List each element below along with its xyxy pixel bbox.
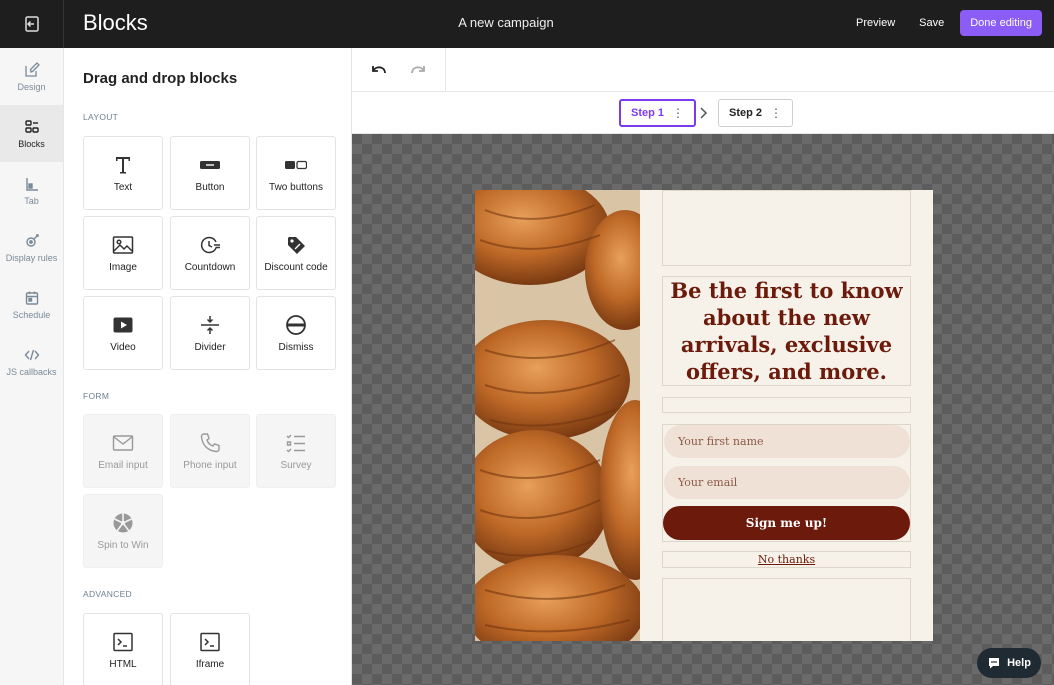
more-vertical-icon[interactable]: ⋮ — [672, 106, 684, 120]
redo-icon[interactable] — [409, 61, 427, 79]
block-iframe[interactable]: Iframe — [170, 613, 250, 685]
block-html[interactable]: HTML — [83, 613, 163, 685]
block-countdown[interactable]: Countdown — [170, 216, 250, 290]
steps-bar: Step 1 ⋮ Step 2 ⋮ — [352, 92, 1054, 134]
phone-icon — [200, 432, 220, 452]
text-icon — [116, 156, 130, 173]
rail-label: Display rules — [5, 252, 58, 263]
rail-item-tab[interactable]: Tab — [0, 162, 63, 219]
rail-label: Design — [17, 81, 46, 92]
croissant-image[interactable] — [475, 190, 640, 641]
section-label-layout: LAYOUT — [83, 112, 119, 122]
dismiss-icon — [286, 314, 306, 335]
block-label: Text — [113, 181, 133, 193]
email-field[interactable]: Your email — [664, 466, 910, 499]
empty-block-top[interactable] — [662, 190, 911, 266]
block-label: Dismiss — [278, 341, 314, 353]
terminal-icon — [113, 632, 133, 651]
chat-icon — [989, 658, 1000, 669]
block-label: Two buttons — [269, 181, 323, 193]
block-label: Survey — [280, 459, 312, 471]
block-label: Video — [110, 341, 136, 353]
rail-item-js-callbacks[interactable]: JS callbacks — [0, 333, 63, 390]
block-label: HTML — [109, 658, 137, 670]
chevron-right-icon — [700, 107, 708, 119]
pen-square-icon — [24, 61, 40, 77]
blocks-icon — [24, 119, 39, 133]
image-icon — [112, 235, 134, 254]
video-icon — [113, 317, 133, 332]
target-icon — [25, 233, 39, 247]
two-buttons-icon — [285, 160, 307, 169]
block-label: Email input — [98, 459, 148, 471]
left-rail: Design Blocks Tab Display rules Schedule… — [0, 48, 64, 685]
popup-content: Be the first to know about the new arriv… — [640, 190, 933, 641]
rail-item-display-rules[interactable]: Display rules — [0, 219, 63, 276]
tab-icon — [25, 177, 38, 191]
sign-up-button[interactable]: Sign me up! — [663, 506, 910, 540]
step-label: Step 1 — [631, 107, 665, 119]
wheel-icon — [113, 513, 133, 532]
section-label-form: FORM — [83, 391, 110, 401]
step-label: Step 2 — [729, 107, 763, 119]
block-email-input[interactable]: Email input — [83, 414, 163, 488]
rail-label: Schedule — [12, 309, 51, 320]
empty-block-bottom[interactable] — [662, 578, 911, 641]
done-editing-button[interactable]: Done editing — [960, 10, 1042, 36]
block-spin-to-win[interactable]: Spin to Win — [83, 494, 163, 568]
calendar-icon — [25, 291, 38, 305]
help-button[interactable]: Help — [977, 648, 1041, 678]
block-label: Discount code — [264, 261, 328, 273]
checklist-icon — [286, 434, 305, 452]
more-vertical-icon[interactable]: ⋮ — [770, 106, 782, 120]
block-survey[interactable]: Survey — [256, 414, 336, 488]
editor-toolbar — [352, 48, 1054, 92]
undo-icon[interactable] — [370, 61, 388, 79]
no-thanks-link[interactable]: No thanks — [662, 551, 911, 568]
section-label-advanced: ADVANCED — [83, 589, 133, 599]
canvas: Be the first to know about the new arriv… — [352, 134, 1054, 685]
blocks-panel: Drag and drop blocks LAYOUT Text Button … — [65, 48, 352, 685]
block-image[interactable]: Image — [83, 216, 163, 290]
block-label: Button — [195, 181, 225, 193]
block-label: Spin to Win — [97, 539, 149, 551]
top-bar: Blocks A new campaign Preview Save Done … — [0, 0, 1054, 48]
button-icon — [200, 160, 220, 169]
code-icon — [24, 349, 39, 360]
rail-label: Blocks — [18, 138, 45, 149]
popup-headline[interactable]: Be the first to know about the new arriv… — [662, 276, 911, 386]
block-label: Phone input — [183, 459, 237, 471]
rail-item-schedule[interactable]: Schedule — [0, 276, 63, 333]
rail-label: JS callbacks — [6, 366, 57, 377]
countdown-icon — [200, 236, 220, 253]
spacer-block[interactable] — [662, 397, 911, 413]
popup-preview: Be the first to know about the new arriv… — [475, 190, 933, 641]
block-phone-input[interactable]: Phone input — [170, 414, 250, 488]
block-label: Countdown — [184, 261, 236, 273]
block-text[interactable]: Text — [83, 136, 163, 210]
block-label: Divider — [194, 341, 226, 353]
rail-item-blocks[interactable]: Blocks — [0, 105, 63, 162]
first-name-field[interactable]: Your first name — [664, 425, 910, 458]
tab-step-2[interactable]: Step 2 ⋮ — [718, 99, 794, 127]
tab-step-1[interactable]: Step 1 ⋮ — [619, 99, 697, 127]
block-button[interactable]: Button — [170, 136, 250, 210]
block-two-buttons[interactable]: Two buttons — [256, 136, 336, 210]
rail-item-design[interactable]: Design — [0, 48, 63, 105]
rail-label: Tab — [24, 195, 39, 206]
block-label: Iframe — [195, 658, 225, 670]
tag-icon — [288, 236, 305, 254]
block-dismiss[interactable]: Dismiss — [256, 296, 336, 370]
block-discount-code[interactable]: Discount code — [256, 216, 336, 290]
save-button[interactable]: Save — [907, 11, 956, 35]
block-video[interactable]: Video — [83, 296, 163, 370]
panel-title: Drag and drop blocks — [83, 70, 238, 87]
help-label: Help — [1007, 657, 1031, 669]
terminal-icon — [200, 632, 220, 651]
divider-icon — [201, 315, 219, 334]
preview-button[interactable]: Preview — [844, 11, 907, 35]
block-label: Image — [109, 261, 137, 273]
envelope-icon — [112, 434, 134, 451]
block-divider[interactable]: Divider — [170, 296, 250, 370]
